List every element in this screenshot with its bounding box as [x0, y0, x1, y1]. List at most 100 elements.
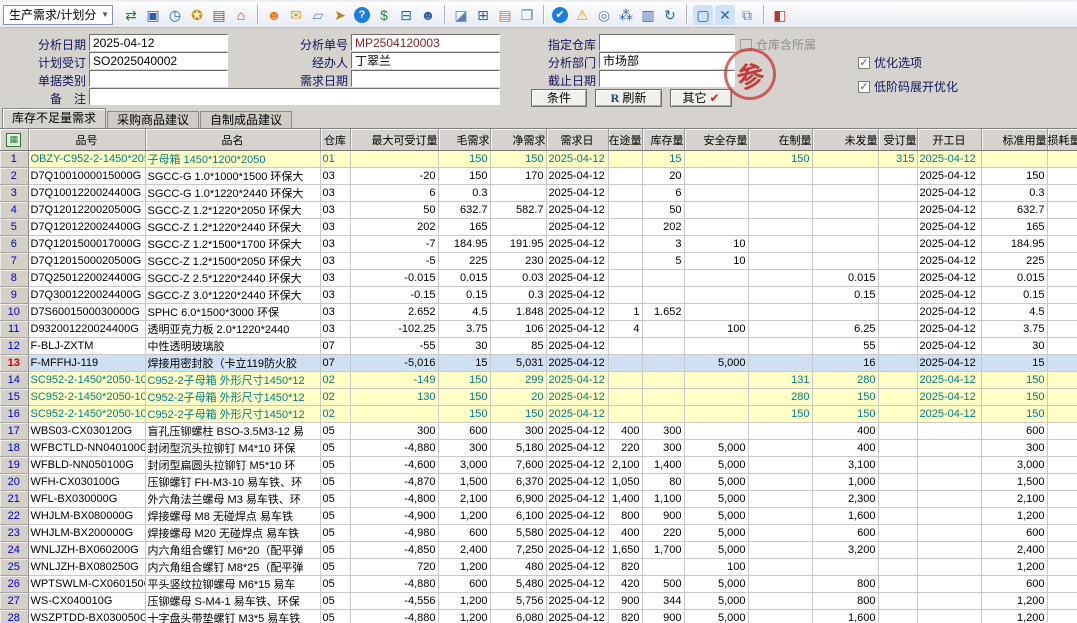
cell-net-demand[interactable]	[490, 219, 546, 236]
cell-loss-qty[interactable]	[1047, 474, 1077, 491]
cell-unshipped-qty[interactable]	[812, 219, 878, 236]
cell-unshipped-qty[interactable]: 0.15	[812, 287, 878, 304]
cell-stock-qty[interactable]: 3	[642, 236, 684, 253]
cell-loss-qty[interactable]	[1047, 168, 1077, 185]
cell-gross-demand[interactable]: 300	[438, 440, 490, 457]
cell-unshipped-qty[interactable]	[812, 559, 878, 576]
cell-item-name[interactable]: SGCC-Z 1.2*1500*1700 环保大	[145, 236, 320, 253]
cell-stock-qty[interactable]: 20	[642, 168, 684, 185]
cell-gross-demand[interactable]: 1,200	[438, 610, 490, 623]
cell-stock-qty[interactable]: 6	[642, 185, 684, 202]
cell-loss-qty[interactable]	[1047, 559, 1077, 576]
cell-standard-usage[interactable]: 3,000	[981, 457, 1047, 474]
home-icon[interactable]: ⌂	[231, 5, 251, 25]
cell-in-transit-qty[interactable]	[608, 202, 642, 219]
row-number[interactable]: 13	[0, 355, 28, 372]
cell-warehouse[interactable]: 03	[320, 236, 350, 253]
cell-in-process-qty[interactable]	[748, 270, 812, 287]
cell-demand-date[interactable]: 2025-04-12	[546, 287, 608, 304]
cell-warehouse[interactable]: 07	[320, 355, 350, 372]
cell-ordered-qty[interactable]	[878, 542, 917, 559]
cell-in-process-qty[interactable]	[748, 593, 812, 610]
cell-net-demand[interactable]: 299	[490, 372, 546, 389]
cell-gross-demand[interactable]: 3.75	[438, 321, 490, 338]
cell-unshipped-qty[interactable]	[812, 304, 878, 321]
cell-unshipped-qty[interactable]	[812, 151, 878, 168]
cell-item-no[interactable]: WFBLD-NN050100G	[28, 457, 145, 474]
cell-safety-stock[interactable]	[684, 406, 748, 423]
cell-start-date[interactable]: 2025-04-12	[917, 372, 981, 389]
cell-stock-qty[interactable]: 1,400	[642, 457, 684, 474]
cell-stock-qty[interactable]: 15	[642, 151, 684, 168]
cell-demand-date[interactable]: 2025-04-12	[546, 338, 608, 355]
cell-max-orderable[interactable]: -102.25	[350, 321, 438, 338]
cell-ordered-qty[interactable]	[878, 389, 917, 406]
cell-gross-demand[interactable]: 184.95	[438, 236, 490, 253]
cell-warehouse[interactable]: 03	[320, 185, 350, 202]
calculator-icon[interactable]: ⊞	[473, 5, 493, 25]
help-icon[interactable]: ?	[354, 7, 370, 23]
cell-net-demand[interactable]: 170	[490, 168, 546, 185]
cell-stock-qty[interactable]	[642, 372, 684, 389]
grid-corner-header[interactable]: ▦	[0, 129, 28, 151]
row-number[interactable]: 14	[0, 372, 28, 389]
row-number[interactable]: 18	[0, 440, 28, 457]
cell-ordered-qty[interactable]	[878, 236, 917, 253]
cell-gross-demand[interactable]: 30	[438, 338, 490, 355]
cell-net-demand[interactable]: 5,756	[490, 593, 546, 610]
cell-ordered-qty[interactable]	[878, 219, 917, 236]
cell-standard-usage[interactable]: 4.5	[981, 304, 1047, 321]
cell-gross-demand[interactable]: 1,200	[438, 508, 490, 525]
cell-safety-stock[interactable]: 5,000	[684, 610, 748, 623]
cell-in-transit-qty[interactable]	[608, 253, 642, 270]
cell-demand-date[interactable]: 2025-04-12	[546, 491, 608, 508]
cell-start-date[interactable]: 2025-04-12	[917, 406, 981, 423]
col-header-item-no[interactable]: 品号	[28, 129, 145, 151]
cell-unshipped-qty[interactable]: 400	[812, 423, 878, 440]
cell-safety-stock[interactable]: 5,000	[684, 508, 748, 525]
cell-in-process-qty[interactable]: 150	[748, 406, 812, 423]
cell-stock-qty[interactable]: 900	[642, 508, 684, 525]
cell-warehouse[interactable]: 03	[320, 253, 350, 270]
cell-demand-date[interactable]: 2025-04-12	[546, 185, 608, 202]
cell-item-no[interactable]: D7Q2501220024400G	[28, 270, 145, 287]
cell-gross-demand[interactable]: 4.5	[438, 304, 490, 321]
row-number[interactable]: 24	[0, 542, 28, 559]
cell-item-no[interactable]: F-MFFHJ-119	[28, 355, 145, 372]
cell-item-name[interactable]: 压铆螺钉 FH-M3-10 易车铁、环	[145, 474, 320, 491]
cell-standard-usage[interactable]: 3.75	[981, 321, 1047, 338]
computer-icon[interactable]: ▣	[143, 5, 163, 25]
cell-standard-usage[interactable]: 150	[981, 406, 1047, 423]
cell-gross-demand[interactable]: 1,200	[438, 593, 490, 610]
cell-item-name[interactable]: 平头竖纹拉铆螺母 M6*15 易车	[145, 576, 320, 593]
cell-safety-stock[interactable]	[684, 338, 748, 355]
cell-item-name[interactable]: 压铆螺母 S-M4-1 易车铁、环保	[145, 593, 320, 610]
cell-in-transit-qty[interactable]: 1,050	[608, 474, 642, 491]
cell-loss-qty[interactable]	[1047, 321, 1077, 338]
cell-demand-date[interactable]: 2025-04-12	[546, 151, 608, 168]
cell-ordered-qty[interactable]	[878, 491, 917, 508]
cell-safety-stock[interactable]: 5,000	[684, 440, 748, 457]
cell-standard-usage[interactable]: 1,500	[981, 474, 1047, 491]
col-header-demand-date[interactable]: 需求日	[546, 129, 608, 151]
cell-gross-demand[interactable]: 3,000	[438, 457, 490, 474]
row-number[interactable]: 25	[0, 559, 28, 576]
cell-warehouse[interactable]: 03	[320, 202, 350, 219]
cell-standard-usage[interactable]: 150	[981, 372, 1047, 389]
cell-stock-qty[interactable]	[642, 355, 684, 372]
cell-demand-date[interactable]: 2025-04-12	[546, 389, 608, 406]
cell-start-date[interactable]: 2025-04-12	[917, 287, 981, 304]
cell-warehouse[interactable]: 03	[320, 304, 350, 321]
cell-unshipped-qty[interactable]: 6.25	[812, 321, 878, 338]
cell-stock-qty[interactable]: 500	[642, 576, 684, 593]
cell-in-process-qty[interactable]	[748, 423, 812, 440]
cell-stock-qty[interactable]: 5	[642, 253, 684, 270]
cell-ordered-qty[interactable]	[878, 304, 917, 321]
row-number[interactable]: 17	[0, 423, 28, 440]
cell-item-name[interactable]: SGCC-Z 1.2*1220*2050 环保大	[145, 202, 320, 219]
cell-gross-demand[interactable]: 600	[438, 423, 490, 440]
cell-ordered-qty[interactable]	[878, 185, 917, 202]
refresh-button[interactable]: R刷新	[595, 89, 662, 107]
customer-fee-icon[interactable]: ☻	[418, 5, 438, 25]
cell-in-transit-qty[interactable]	[608, 270, 642, 287]
